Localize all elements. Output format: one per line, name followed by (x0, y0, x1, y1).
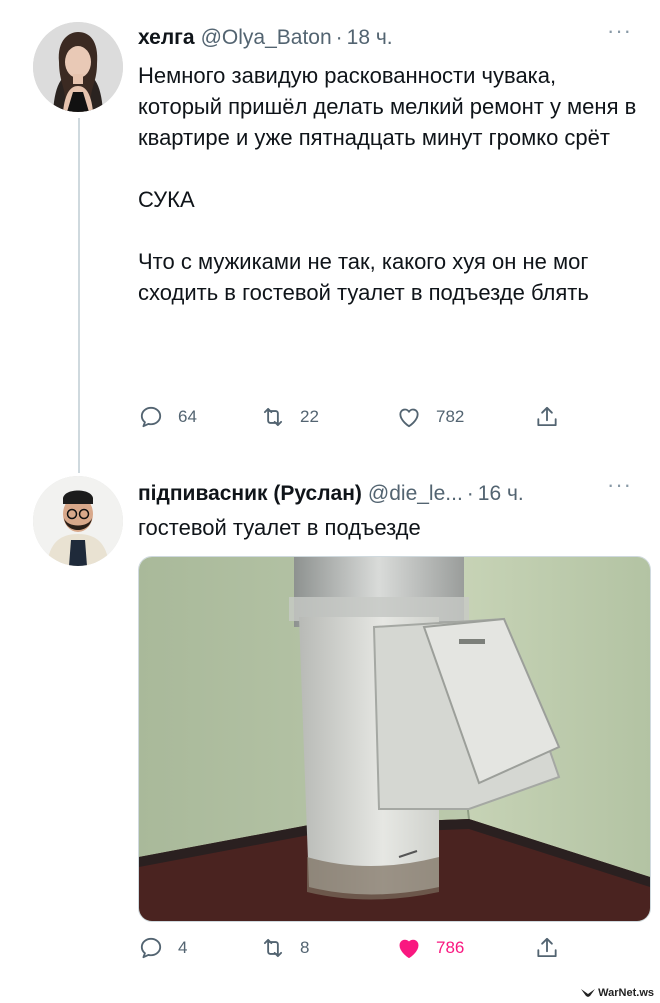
user-handle[interactable]: @die_le... (368, 482, 463, 506)
reply-count: 64 (178, 407, 197, 426)
share-icon (537, 406, 557, 427)
tweet-paragraph: СУКА (138, 187, 195, 212)
display-name[interactable]: підпивасник (Руслан) (138, 482, 362, 506)
tweet-header: хелга @Olya_Baton · 18 ч. (138, 26, 393, 50)
reply-icon (140, 406, 162, 428)
like-button[interactable]: 786 (396, 935, 464, 961)
tweet-paragraph: гостевой туалет в подъезде (138, 515, 421, 540)
user-handle[interactable]: @Olya_Baton (201, 26, 332, 50)
watermark-text: WarNet.ws (598, 987, 654, 999)
tweet-header: підпивасник (Руслан) @die_le... · 16 ч. (138, 482, 524, 506)
tweet-paragraph: Немного завидую раскованности чувака, ко… (138, 63, 637, 150)
tweet-actions: 4 8 786 (138, 935, 598, 965)
more-icon[interactable]: ··· (607, 18, 632, 44)
avatar[interactable] (33, 22, 123, 112)
retweet-icon (263, 938, 283, 958)
retweet-icon (263, 407, 283, 427)
like-icon (399, 408, 419, 428)
watermark: WarNet.ws (581, 987, 654, 999)
share-button[interactable] (534, 935, 560, 961)
share-icon (537, 937, 557, 958)
timestamp[interactable]: 16 ч. (478, 482, 524, 506)
tweet-actions: 64 22 782 (138, 404, 598, 434)
reply-count: 4 (178, 938, 188, 957)
tweet-photo[interactable] (138, 556, 651, 922)
more-icon[interactable]: ··· (607, 472, 632, 498)
tweet-1[interactable]: хелга @Olya_Baton · 18 ч. ··· Немного за… (0, 0, 660, 460)
retweet-count: 8 (300, 938, 310, 957)
separator-dot: · (466, 482, 474, 505)
reply-icon (140, 937, 162, 959)
reply-button[interactable]: 64 (138, 404, 197, 430)
retweet-count: 22 (300, 407, 319, 426)
like-icon (399, 939, 419, 959)
tweet-text: гостевой туалет в подъезде (138, 512, 638, 543)
tweet-text: Немного завидую раскованности чувака, ко… (138, 60, 638, 308)
retweet-button[interactable]: 22 (260, 404, 319, 430)
wings-icon (581, 989, 596, 997)
reply-button[interactable]: 4 (138, 935, 187, 961)
like-count: 786 (436, 938, 465, 957)
tweet-paragraph: Что с мужиками не так, какого хуя он не … (138, 249, 589, 305)
like-button[interactable]: 782 (396, 404, 464, 430)
separator-dot: · (335, 26, 343, 49)
avatar[interactable] (33, 476, 123, 566)
retweet-button[interactable]: 8 (260, 935, 309, 961)
tweet-2[interactable]: підпивасник (Руслан) @die_le... · 16 ч. … (0, 460, 660, 1003)
timestamp[interactable]: 18 ч. (347, 26, 393, 50)
display-name[interactable]: хелга (138, 26, 195, 50)
share-button[interactable] (534, 404, 560, 430)
like-count: 782 (436, 407, 465, 426)
